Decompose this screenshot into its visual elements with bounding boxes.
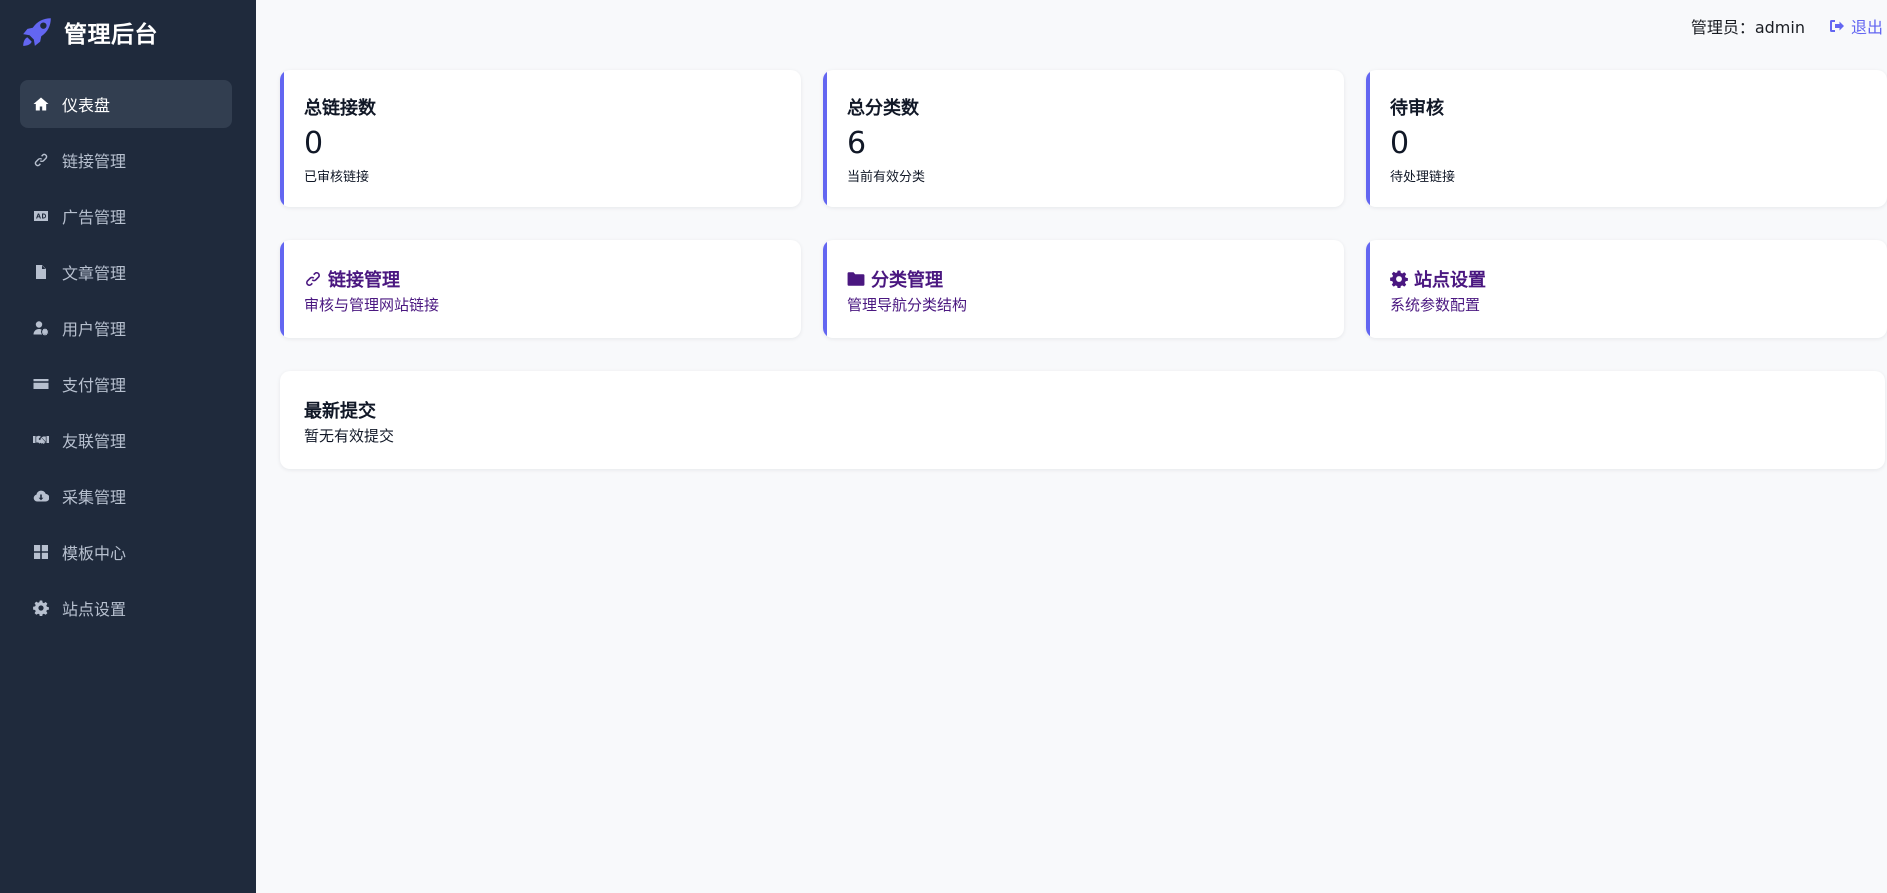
stat-card-pending-review: 待审核 0 待处理链接 (1366, 70, 1887, 207)
stat-desc: 已审核链接 (304, 170, 370, 185)
stat-value: 0 (304, 126, 324, 161)
sidebar-item-label: 支付管理 (62, 376, 127, 395)
rocket-icon (23, 18, 51, 46)
quick-link-links[interactable]: 链接管理 审核与管理网站链接 (280, 240, 801, 338)
sidebar-item-label: 模板中心 (62, 544, 127, 563)
file-icon (32, 263, 50, 281)
sidebar-item-collection[interactable]: 采集管理 (20, 472, 232, 520)
sidebar-item-label: 采集管理 (62, 488, 127, 507)
brand-title: 管理后台 (64, 22, 158, 48)
recent-submissions-title: 最新提交 (304, 401, 376, 422)
sidebar-nav: 仪表盘 链接管理 广告管理 文章管理 用户管理 支付管理 友联管理 采集管理 模… (20, 80, 232, 640)
credit-card-icon (32, 375, 50, 393)
recent-submissions-empty: 暂无有效提交 (304, 427, 395, 445)
stat-desc: 待处理链接 (1390, 170, 1456, 185)
stat-title: 总链接数 (304, 98, 376, 119)
sidebar: 管理后台 仪表盘 链接管理 广告管理 文章管理 用户管理 支付管理 友联管理 采… (0, 0, 256, 893)
link-icon (32, 151, 50, 169)
sidebar-item-site-settings[interactable]: 站点设置 (20, 584, 232, 632)
sidebar-item-label: 友联管理 (62, 432, 127, 451)
cloud-download-icon (32, 487, 50, 505)
sidebar-item-label: 用户管理 (62, 320, 127, 339)
handshake-icon (32, 431, 50, 449)
logout-label: 退出 (1850, 18, 1883, 37)
sign-out-icon (1829, 20, 1844, 32)
stat-value: 6 (847, 126, 867, 161)
quick-link-title: 链接管理 (304, 266, 801, 292)
quick-link-desc: 审核与管理网站链接 (304, 296, 440, 314)
sidebar-item-label: 广告管理 (62, 208, 127, 227)
quick-link-desc: 管理导航分类结构 (847, 296, 968, 314)
quick-link-title-text: 分类管理 (871, 270, 943, 291)
recent-submissions-panel: 最新提交 暂无有效提交 (280, 371, 1885, 469)
stat-value: 0 (1390, 126, 1410, 161)
sidebar-item-label: 链接管理 (62, 152, 127, 171)
quick-link-desc: 系统参数配置 (1390, 296, 1481, 314)
quick-link-title-text: 站点设置 (1414, 270, 1486, 291)
sidebar-item-label: 站点设置 (62, 600, 127, 619)
admin-label: 管理员：admin (1690, 18, 1805, 37)
user-cog-icon (32, 319, 50, 337)
ad-icon (32, 207, 50, 225)
quick-link-categories[interactable]: 分类管理 管理导航分类结构 (823, 240, 1344, 338)
top-bar: 管理员：admin 退出 (1691, 14, 1883, 38)
stat-title: 待审核 (1390, 98, 1444, 119)
sidebar-item-users[interactable]: 用户管理 (20, 304, 232, 352)
sidebar-item-dashboard[interactable]: 仪表盘 (20, 80, 232, 128)
stat-card-total-categories: 总分类数 6 当前有效分类 (823, 70, 1344, 207)
gear-icon (32, 599, 50, 617)
stat-desc: 当前有效分类 (847, 170, 926, 185)
folder-icon (847, 272, 865, 286)
quick-link-title: 站点设置 (1390, 266, 1887, 292)
home-icon (32, 95, 50, 113)
sidebar-item-ads[interactable]: 广告管理 (20, 192, 232, 240)
logout-button[interactable]: 退出 (1829, 14, 1883, 38)
sidebar-item-label: 仪表盘 (62, 96, 111, 115)
sidebar-item-friend-links[interactable]: 友联管理 (20, 416, 232, 464)
sidebar-item-articles[interactable]: 文章管理 (20, 248, 232, 296)
quick-link-site-settings[interactable]: 站点设置 系统参数配置 (1366, 240, 1887, 338)
stat-title: 总分类数 (847, 98, 919, 119)
sidebar-item-payments[interactable]: 支付管理 (20, 360, 232, 408)
sidebar-item-links[interactable]: 链接管理 (20, 136, 232, 184)
quick-link-title: 分类管理 (847, 266, 1344, 292)
gear-icon (1390, 270, 1408, 288)
stat-card-total-links: 总链接数 0 已审核链接 (280, 70, 801, 207)
quick-link-title-text: 链接管理 (328, 270, 400, 291)
grid-icon (32, 543, 50, 561)
sidebar-item-label: 文章管理 (62, 264, 127, 283)
sidebar-item-templates[interactable]: 模板中心 (20, 528, 232, 576)
brand[interactable]: 管理后台 (20, 14, 158, 50)
link-icon (306, 272, 320, 286)
